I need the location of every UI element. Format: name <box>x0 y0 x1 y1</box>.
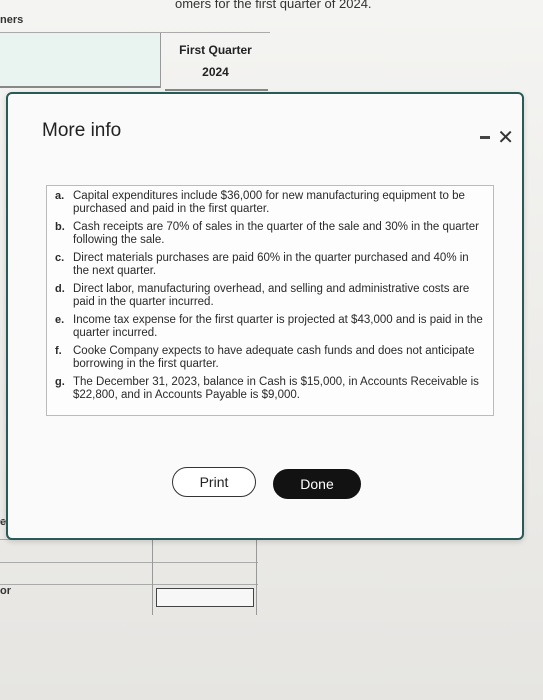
done-button[interactable]: Done <box>273 469 361 499</box>
item-letter: g. <box>55 376 65 388</box>
item-text: The December 31, 2023, balance in Cash i… <box>73 376 479 401</box>
column-header-first-quarter: First Quarter 2024 <box>163 39 268 83</box>
dialog-title: More info <box>42 120 122 141</box>
item-letter: b. <box>55 221 65 233</box>
more-info-dialog: More info ✕ a. Capital expenditures incl… <box>6 92 524 540</box>
list-item: e. Income tax expense for the first quar… <box>55 314 487 340</box>
list-item: g. The December 31, 2023, balance in Cas… <box>55 376 487 402</box>
item-letter: e. <box>55 314 65 326</box>
item-text: Direct labor, manufacturing overhead, an… <box>73 283 470 308</box>
list-item: d. Direct labor, manufacturing overhead,… <box>55 283 487 309</box>
close-icon[interactable]: ✕ <box>497 128 514 148</box>
print-button[interactable]: Print <box>172 467 256 497</box>
table-row <box>0 584 258 585</box>
item-text: Direct materials purchases are paid 60% … <box>73 252 469 277</box>
background-row-label: ners <box>0 14 24 26</box>
info-list: a. Capital expenditures include $36,000 … <box>47 186 493 402</box>
item-text: Cash receipts are 70% of sales in the qu… <box>73 221 479 246</box>
list-item: c. Direct materials purchases are paid 6… <box>55 252 487 278</box>
item-text: Capital expenditures include $36,000 for… <box>73 190 465 215</box>
list-item: f. Cooke Company expects to have adequat… <box>55 345 487 371</box>
info-list-box: a. Capital expenditures include $36,000 … <box>46 185 494 416</box>
background-heading-text: omers for the first quarter of 2024. <box>175 0 372 11</box>
background-row-label: or <box>0 585 11 597</box>
column-header-line2: 2024 <box>202 65 229 79</box>
column-header-line1: First Quarter <box>179 43 252 57</box>
table-divider <box>165 89 268 91</box>
item-letter: d. <box>55 283 65 295</box>
table-row <box>0 562 258 563</box>
item-text: Cooke Company expects to have adequate c… <box>73 345 475 370</box>
table-divider <box>0 86 160 88</box>
item-letter: c. <box>55 252 65 264</box>
list-item: b. Cash receipts are 70% of sales in the… <box>55 221 487 247</box>
item-letter: f. <box>55 345 62 357</box>
item-letter: a. <box>55 190 65 202</box>
list-item: a. Capital expenditures include $36,000 … <box>55 190 487 216</box>
amount-input[interactable] <box>156 588 254 607</box>
background-label-cell <box>0 33 161 88</box>
minimize-icon[interactable] <box>480 136 490 139</box>
item-text: Income tax expense for the first quarter… <box>73 314 483 339</box>
